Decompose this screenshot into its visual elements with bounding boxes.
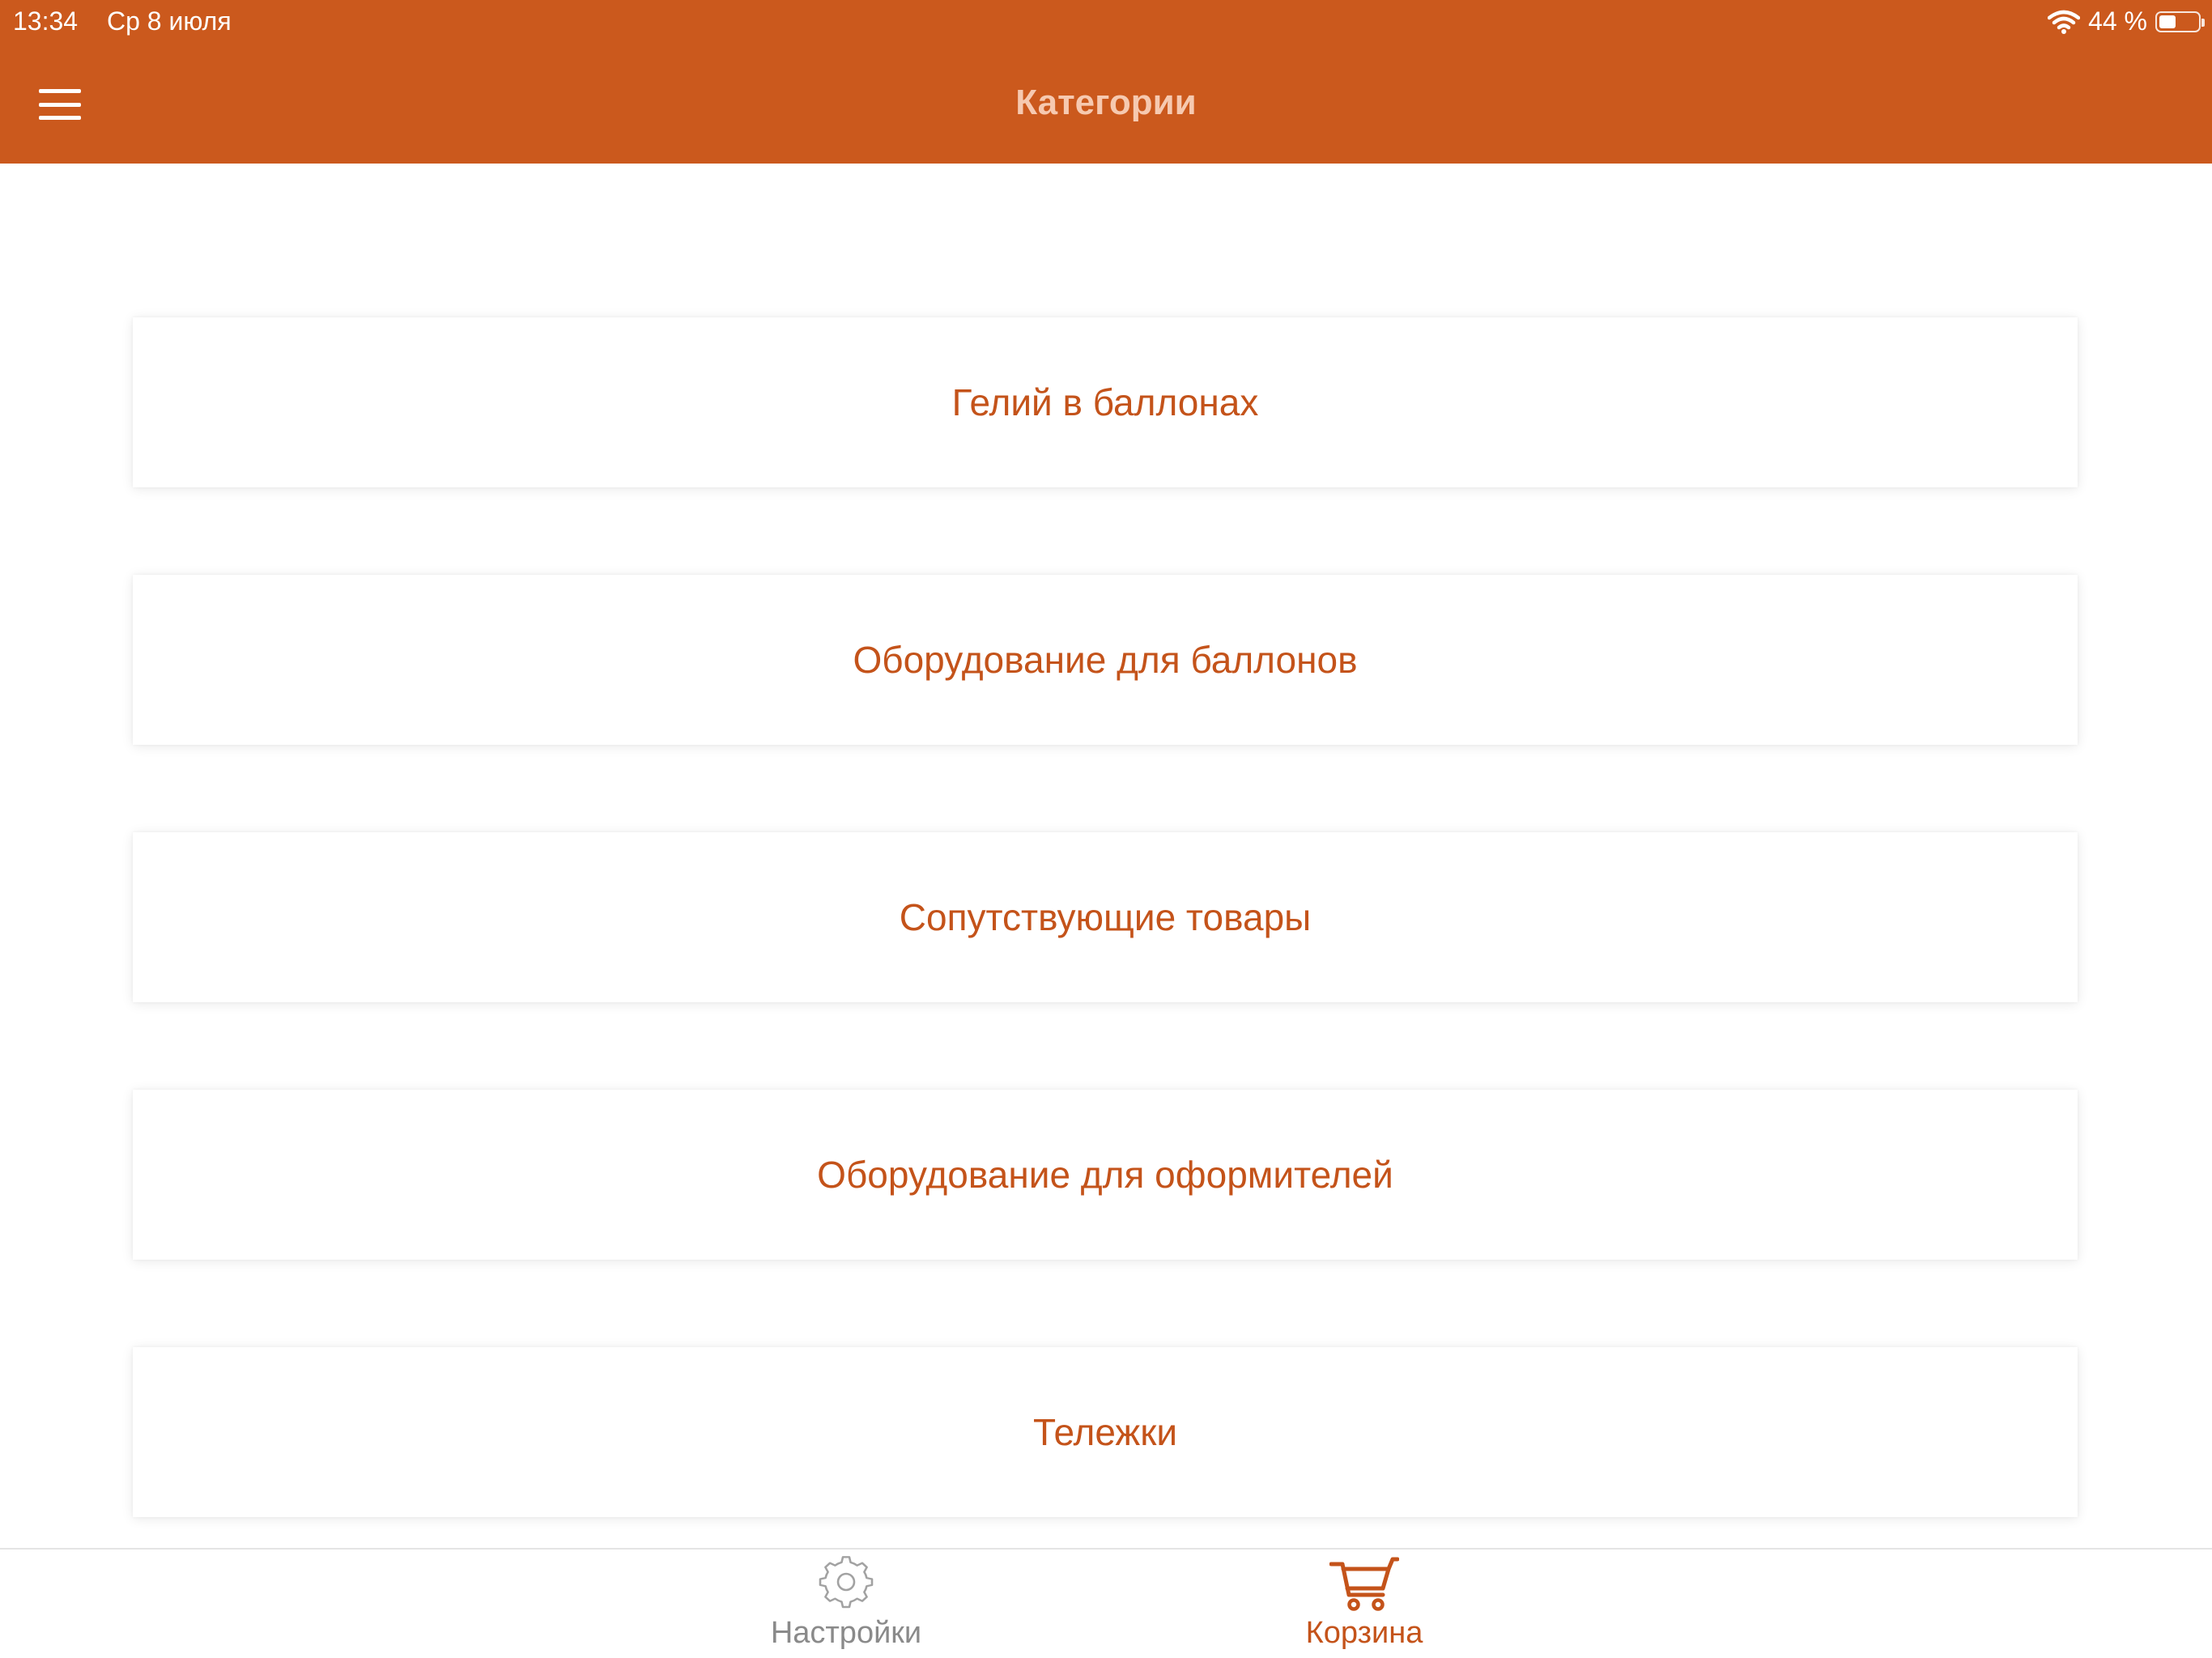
tab-settings-label: Настройки — [770, 1616, 922, 1650]
category-decorator-equipment[interactable]: Оборудование для оформителей — [133, 1090, 2078, 1260]
gear-icon — [818, 1554, 874, 1614]
tab-cart-label: Корзина — [1305, 1616, 1423, 1650]
battery-level-fill — [2159, 15, 2176, 28]
app-screen: 13:34 Ср 8 июля 44 % Категории Гелий в б… — [0, 0, 2212, 1658]
bottom-tab-bar: Настройки Корзина — [0, 1548, 2212, 1658]
status-indicators: 44 % — [2048, 6, 2205, 36]
tab-settings[interactable]: Настройки — [749, 1550, 943, 1658]
category-label: Гелий в баллонах — [951, 381, 1259, 423]
category-related-goods[interactable]: Сопутствующие товары — [133, 832, 2078, 1002]
status-time: 13:34 — [13, 6, 79, 36]
status-date: Ср 8 июля — [107, 6, 232, 36]
category-helium-cylinders[interactable]: Гелий в баллонах — [133, 317, 2078, 487]
wifi-icon — [2048, 10, 2081, 34]
top-bar: 13:34 Ср 8 июля 44 % Категории — [0, 0, 2212, 164]
battery-percentage: 44 % — [2088, 6, 2147, 36]
category-trolleys[interactable]: Тележки — [133, 1347, 2078, 1517]
battery-tip — [2201, 18, 2205, 27]
category-cylinder-equipment[interactable]: Оборудование для баллонов — [133, 575, 2078, 745]
cart-icon — [1329, 1554, 1399, 1614]
category-label: Тележки — [1032, 1411, 1178, 1453]
tab-cart[interactable]: Корзина — [1267, 1550, 1461, 1658]
category-list: Гелий в баллонах Оборудование для баллон… — [133, 317, 2078, 1605]
battery-icon — [2155, 11, 2205, 32]
category-label: Оборудование для баллонов — [853, 639, 1358, 681]
category-label: Оборудование для оформителей — [817, 1154, 1393, 1196]
page-title: Категории — [1015, 83, 1197, 122]
category-label: Сопутствующие товары — [899, 896, 1312, 938]
